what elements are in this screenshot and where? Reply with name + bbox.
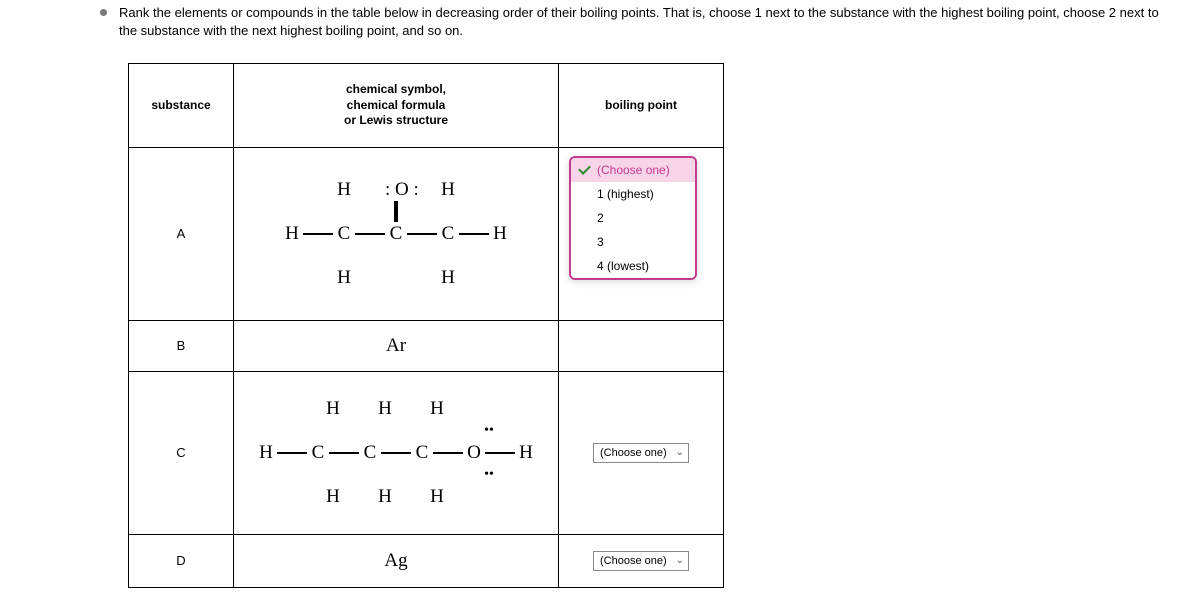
rank-select-placeholder: (Choose one) bbox=[600, 447, 667, 459]
rank-select-D[interactable]: (Choose one) ⌄ bbox=[593, 551, 689, 571]
formula-B: Ar bbox=[234, 320, 559, 371]
bp-cell-A: (Choose one) 1 (highest) 2 3 4 (lowest) bbox=[559, 147, 724, 320]
chevron-down-icon: ⌄ bbox=[676, 555, 684, 566]
header-substance: substance bbox=[129, 64, 234, 148]
bullet-icon bbox=[100, 9, 107, 16]
rank-option[interactable]: (Choose one) bbox=[571, 158, 695, 182]
formula-A: H : O : H H bbox=[234, 147, 559, 320]
substance-label-D: D bbox=[129, 534, 234, 587]
rank-select-placeholder: (Choose one) bbox=[600, 555, 667, 567]
rank-option[interactable]: 3 bbox=[571, 230, 695, 254]
table-row: A H : O : H bbox=[129, 147, 724, 320]
formula-D: Ag bbox=[234, 534, 559, 587]
substance-label-A: A bbox=[129, 147, 234, 320]
rank-option[interactable]: 4 (lowest) bbox=[571, 254, 695, 278]
substance-label-B: B bbox=[129, 320, 234, 371]
ranking-table: substance chemical symbol, chemical form… bbox=[128, 63, 724, 588]
bp-cell-B bbox=[559, 320, 724, 371]
rank-select-C[interactable]: (Choose one) ⌄ bbox=[593, 443, 689, 463]
instructions-text: Rank the elements or compounds in the ta… bbox=[119, 4, 1180, 39]
table-row: B Ar bbox=[129, 320, 724, 371]
table-row: D Ag (Choose one) ⌄ bbox=[129, 534, 724, 587]
formula-C: H H H •• H bbox=[234, 371, 559, 534]
rank-select-A[interactable]: (Choose one) 1 (highest) 2 3 4 (lowest) bbox=[569, 156, 697, 280]
header-formula: chemical symbol, chemical formula or Lew… bbox=[234, 64, 559, 148]
substance-label-C: C bbox=[129, 371, 234, 534]
rank-option[interactable]: 2 bbox=[571, 206, 695, 230]
chevron-down-icon: ⌄ bbox=[676, 447, 684, 458]
bp-cell-D: (Choose one) ⌄ bbox=[559, 534, 724, 587]
rank-option[interactable]: 1 (highest) bbox=[571, 182, 695, 206]
header-boiling-point: boiling point bbox=[559, 64, 724, 148]
table-row: C H H H bbox=[129, 371, 724, 534]
bp-cell-C: (Choose one) ⌄ bbox=[559, 371, 724, 534]
